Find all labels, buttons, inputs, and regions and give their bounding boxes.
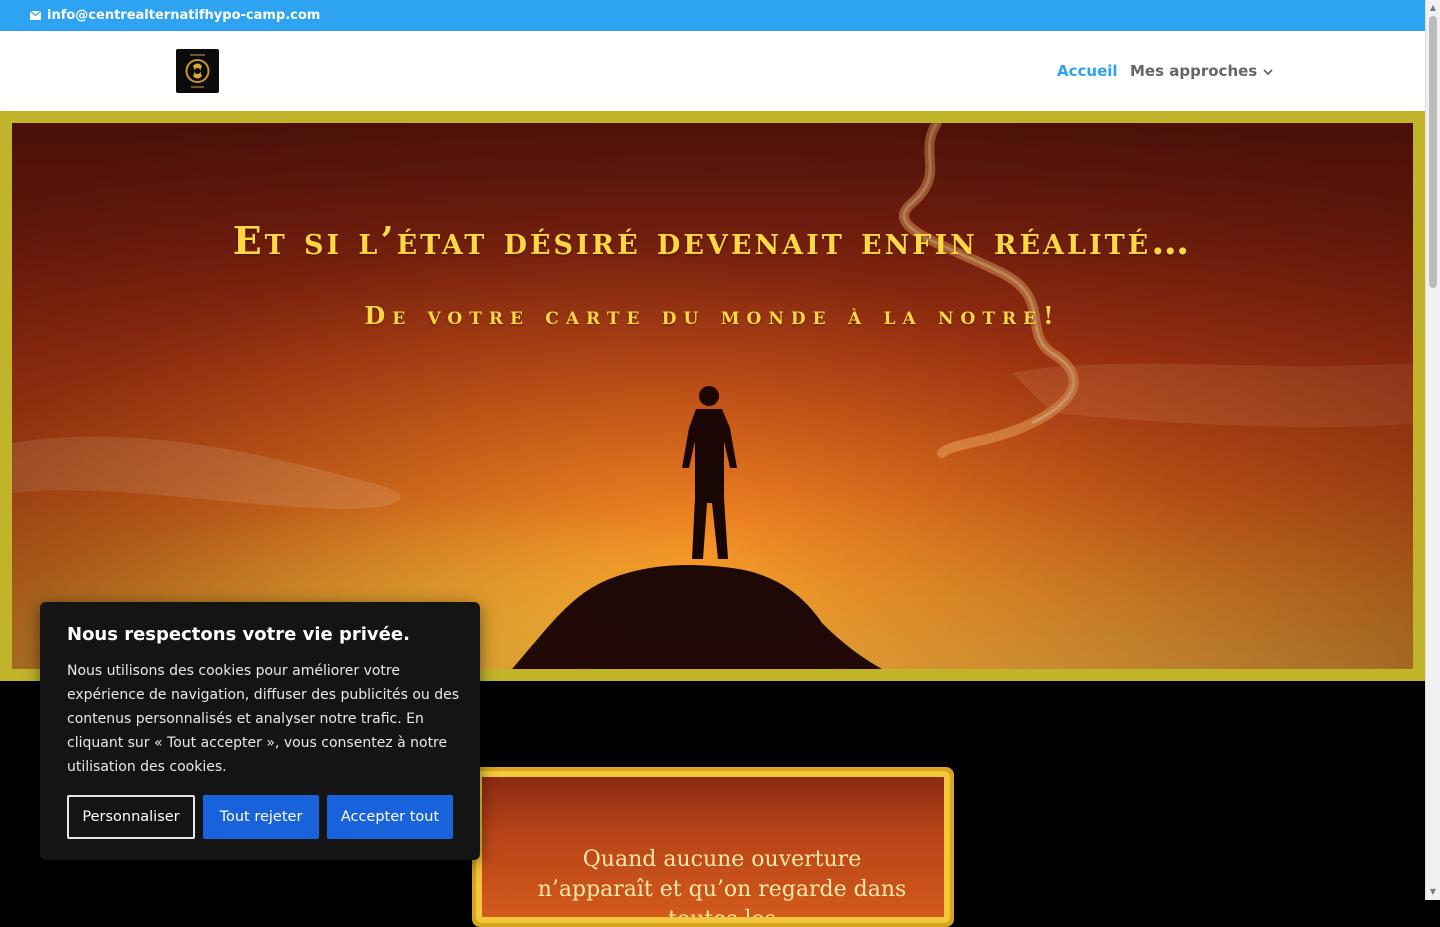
chevron-down-icon [1263, 62, 1273, 80]
hero-frame: Et si l’état désiré devenait enfin réali… [0, 111, 1425, 681]
nav-approaches[interactable]: Mes approches [1130, 62, 1273, 80]
contact-email[interactable]: info@centrealternatifhypo-camp.com [30, 8, 320, 23]
hero-banner: Et si l’état désiré devenait enfin réali… [12, 123, 1413, 669]
quote-card: Quand aucune ouverture n’apparaît et qu’… [472, 767, 954, 927]
accept-all-button[interactable]: Accepter tout [327, 795, 453, 839]
top-bar: info@centrealternatifhypo-camp.com [0, 0, 1425, 31]
hero-vignette [12, 123, 1413, 669]
hero-subtitle: De votre carte du monde à la notre! [364, 301, 1061, 330]
scroll-thumb[interactable] [1429, 16, 1437, 288]
hero-title: Et si l’état désiré devenait enfin réali… [232, 218, 1193, 263]
customize-button[interactable]: Personnaliser [67, 795, 195, 839]
scroll-down-arrow-icon[interactable]: ▼ [1428, 887, 1438, 897]
nav-approaches-label[interactable]: Mes approches [1130, 62, 1257, 80]
nav-home[interactable]: Accueil [1057, 62, 1118, 80]
scroll-up-arrow-icon[interactable]: ▲ [1428, 3, 1438, 13]
contact-email-text[interactable]: info@centrealternatifhypo-camp.com [47, 8, 320, 23]
envelope-icon [30, 11, 41, 20]
reject-all-button[interactable]: Tout rejeter [203, 795, 319, 839]
site-logo[interactable] [176, 49, 219, 93]
quote-text: Quand aucune ouverture n’apparaît et qu’… [537, 847, 907, 923]
cookie-body: Nous utilisons des cookies pour améliore… [67, 663, 459, 775]
cookie-consent-banner: Nous respectons votre vie privée. Nous u… [40, 602, 480, 860]
site-header: Accueil Mes approches [0, 31, 1425, 111]
cookie-title: Nous respectons votre vie privée. [67, 624, 410, 645]
page-scrollbar[interactable]: ▲ ▼ [1425, 0, 1440, 900]
quote-card-inner: Quand aucune ouverture n’apparaît et qu’… [476, 771, 950, 923]
